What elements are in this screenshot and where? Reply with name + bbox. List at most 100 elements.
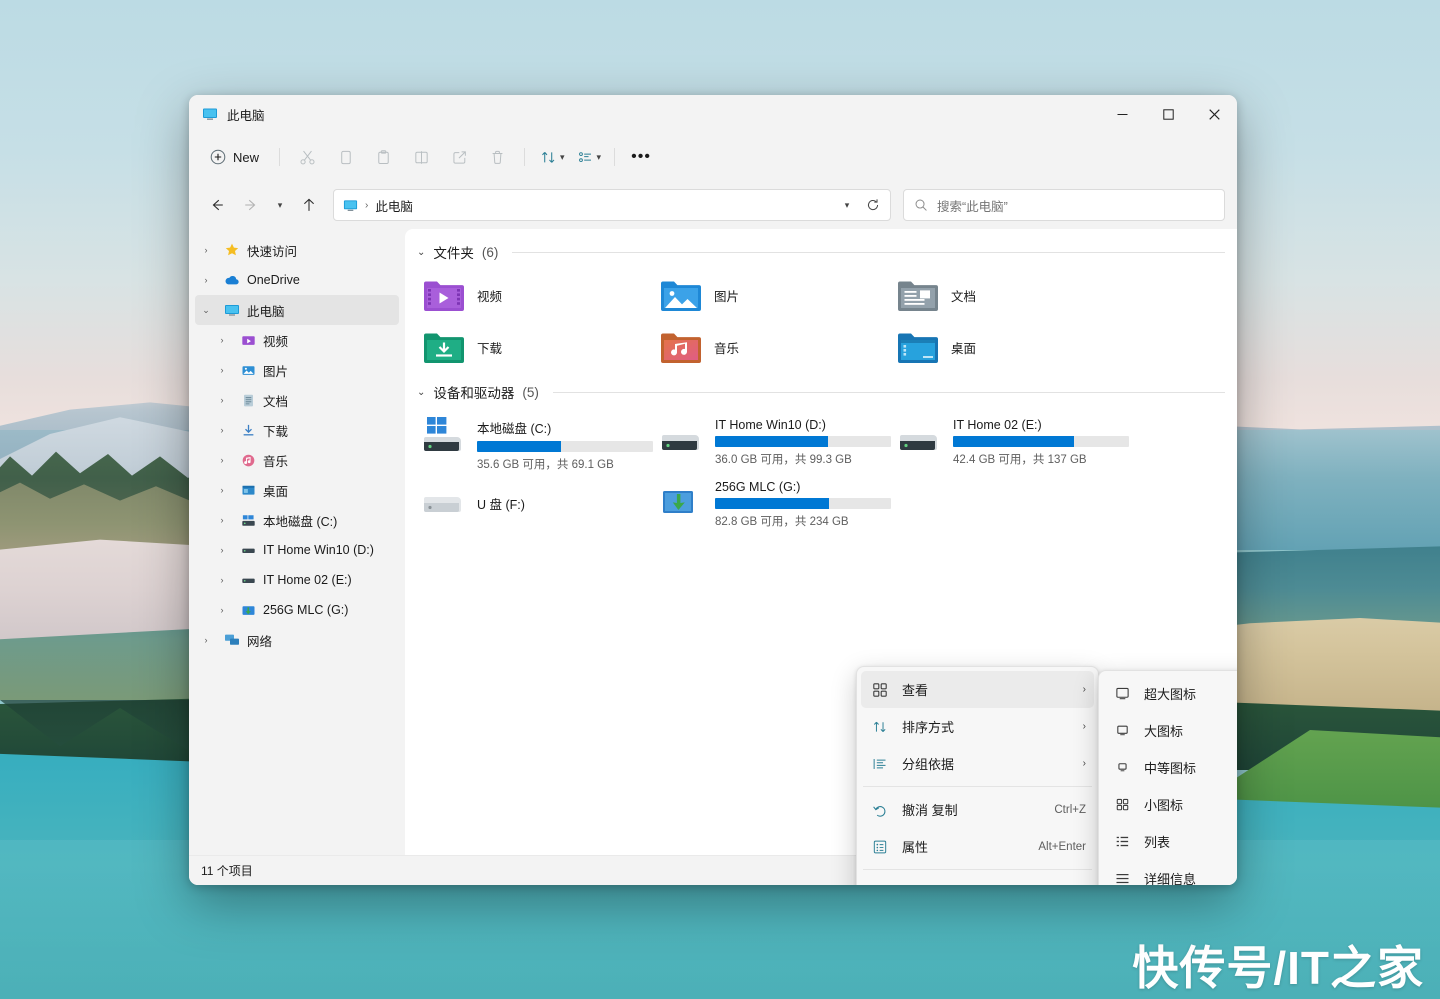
chevron-right-icon[interactable]: › <box>211 335 233 345</box>
sidebar-item-drive-d[interactable]: › IT Home Win10 (D:) <box>195 535 399 565</box>
maximize-button[interactable] <box>1145 95 1191 133</box>
chevron-right-icon[interactable]: › <box>195 635 217 645</box>
refresh-button[interactable] <box>860 192 886 218</box>
chevron-right-icon[interactable]: › <box>195 275 217 285</box>
sidebar-item-downloads[interactable]: › 下载 <box>195 415 399 445</box>
share-button[interactable] <box>441 141 477 173</box>
drive-item-d[interactable]: IT Home Win10 (D:) 36.0 GB 可用，共 99.3 GB <box>655 409 893 471</box>
folder-item-music[interactable]: 音乐 <box>654 321 891 373</box>
new-button[interactable]: New <box>201 141 270 173</box>
sidebar-item-quick-access[interactable]: › 快速访问 <box>195 235 399 265</box>
folder-item-desktop[interactable]: 桌面 <box>891 321 1128 373</box>
breadcrumb[interactable]: › 此电脑 <box>343 196 413 215</box>
drive-item-e[interactable]: IT Home 02 (E:) 42.4 GB 可用，共 137 GB <box>893 409 1131 471</box>
chevron-right-icon[interactable]: › <box>211 575 233 585</box>
context-menu-item-show-more-options[interactable]: Show more options Shift+F10 <box>861 874 1094 885</box>
folder-item-videos[interactable]: 视频 <box>417 269 654 321</box>
sidebar-item-drive-e[interactable]: › IT Home 02 (E:) <box>195 565 399 595</box>
view-menu-item-label: 中等图标 <box>1144 758 1196 777</box>
breadcrumb-separator: › <box>365 200 368 211</box>
context-menu[interactable]: 查看 › 排序方式 › 分组依据 › <box>856 666 1099 885</box>
sidebar-item-network[interactable]: › 网络 <box>195 625 399 655</box>
sidebar-item-label: 本地磁盘 (C:) <box>263 511 337 530</box>
chevron-right-icon[interactable]: › <box>211 425 233 435</box>
folder-item-documents[interactable]: 文档 <box>891 269 1128 321</box>
minimize-button[interactable] <box>1099 95 1145 133</box>
delete-button[interactable] <box>479 141 515 173</box>
chevron-down-icon[interactable]: ⌄ <box>417 387 425 398</box>
chevron-right-icon[interactable]: › <box>195 245 217 255</box>
back-button[interactable] <box>201 189 233 221</box>
chevron-down-icon[interactable]: ⌄ <box>195 305 217 316</box>
context-menu-item-label: 分组依据 <box>902 754 954 773</box>
title-bar: 此电脑 <box>189 95 1237 133</box>
chevron-right-icon[interactable]: › <box>211 365 233 375</box>
close-button[interactable] <box>1191 95 1237 133</box>
drive-icon <box>423 477 467 517</box>
removable-drive-icon <box>661 477 705 517</box>
see-more-button[interactable]: ••• <box>624 141 658 173</box>
drives-group-header[interactable]: ⌄ 设备和驱动器 (5) <box>417 379 1225 405</box>
drive-item-f[interactable]: U 盘 (F:) <box>417 471 655 533</box>
context-menu-item-sort-by[interactable]: 排序方式 › <box>861 708 1094 745</box>
context-menu-item-view[interactable]: 查看 › <box>861 671 1094 708</box>
paste-button[interactable] <box>365 141 401 173</box>
chevron-right-icon[interactable]: › <box>211 515 233 525</box>
chevron-right-icon[interactable]: › <box>211 455 233 465</box>
context-menu-item-properties[interactable]: 属性 Alt+Enter <box>861 828 1094 865</box>
windows-drive-icon <box>423 415 467 455</box>
sidebar-item-music[interactable]: › 音乐 <box>195 445 399 475</box>
context-menu-item-label: 排序方式 <box>902 717 954 736</box>
view-menu-item-small-icons[interactable]: 小图标 Ctrl+Shift+4 <box>1103 786 1237 823</box>
copy-button[interactable] <box>327 141 363 173</box>
view-menu-item-details[interactable]: 详细信息 Ctrl+Shift+6 <box>1103 860 1237 885</box>
forward-button[interactable] <box>235 189 267 221</box>
chevron-right-icon[interactable]: › <box>211 605 233 615</box>
breadcrumb-item-this-pc[interactable]: 此电脑 <box>375 196 413 215</box>
context-menu-item-group-by[interactable]: 分组依据 › <box>861 745 1094 782</box>
drive-item-g[interactable]: 256G MLC (G:) 82.8 GB 可用，共 234 GB <box>655 471 893 533</box>
folders-group-header[interactable]: ⌄ 文件夹 (6) <box>417 239 1225 265</box>
details-view-icon <box>1113 871 1131 885</box>
context-menu-divider-2 <box>863 869 1092 870</box>
sidebar-item-pictures[interactable]: › 图片 <box>195 355 399 385</box>
up-button[interactable] <box>293 189 325 221</box>
new-button-label: New <box>233 150 259 165</box>
sidebar-item-label: 网络 <box>247 631 272 650</box>
view-menu-item-medium-icons[interactable]: 中等图标 Ctrl+Shift+3 <box>1103 749 1237 786</box>
view-menu-item-shortcut: Ctrl+Shift+1 <box>1224 688 1237 700</box>
address-dropdown-button[interactable]: ▾ <box>834 192 860 218</box>
folder-item-downloads[interactable]: 下载 <box>417 321 654 373</box>
view-submenu[interactable]: 超大图标 Ctrl+Shift+1 大图标 Ctrl+Shift+2 中等图标 … <box>1098 670 1237 885</box>
drive-item-c[interactable]: 本地磁盘 (C:) 35.6 GB 可用，共 69.1 GB <box>417 409 655 471</box>
command-bar: New <box>189 133 1237 181</box>
sidebar-item-local-disk-c[interactable]: › 本地磁盘 (C:) <box>195 505 399 535</box>
sidebar-item-documents[interactable]: › 文档 <box>195 385 399 415</box>
sidebar-item-desktop[interactable]: › 桌面 <box>195 475 399 505</box>
sidebar-item-drive-g[interactable]: › 256G MLC (G:) <box>195 595 399 625</box>
view-button[interactable]: ▾ <box>571 141 606 173</box>
view-menu-item-list[interactable]: 列表 Ctrl+Shift+5 <box>1103 823 1237 860</box>
chevron-right-icon[interactable]: › <box>211 395 233 405</box>
chevron-right-icon[interactable]: › <box>211 545 233 555</box>
sidebar-item-this-pc[interactable]: ⌄ 此电脑 <box>195 295 399 325</box>
address-bar[interactable]: › 此电脑 ▾ <box>333 189 891 221</box>
sidebar-item-videos[interactable]: › 视频 <box>195 325 399 355</box>
search-box[interactable]: 搜索“此电脑” <box>903 189 1225 221</box>
chevron-right-icon[interactable]: › <box>211 485 233 495</box>
folder-item-pictures[interactable]: 图片 <box>654 269 891 321</box>
view-menu-item-shortcut: Ctrl+Shift+5 <box>1224 836 1237 848</box>
recent-locations-button[interactable]: ▾ <box>269 189 291 221</box>
chevron-down-icon[interactable]: ⌄ <box>417 247 425 258</box>
sort-button[interactable]: ▾ <box>534 141 569 173</box>
chevron-down-icon: ▾ <box>597 153 602 162</box>
view-menu-item-extra-large-icons[interactable]: 超大图标 Ctrl+Shift+1 <box>1103 675 1237 712</box>
cut-button[interactable] <box>289 141 325 173</box>
view-menu-item-large-icons[interactable]: 大图标 Ctrl+Shift+2 <box>1103 712 1237 749</box>
sidebar-item-onedrive[interactable]: › OneDrive <box>195 265 399 295</box>
folder-downloads-icon <box>423 329 465 365</box>
drive-name: IT Home 02 (E:) <box>953 418 1125 432</box>
context-menu-item-undo-copy[interactable]: 撤消 复制 Ctrl+Z <box>861 791 1094 828</box>
search-input[interactable]: 搜索“此电脑” <box>937 196 1008 215</box>
rename-button[interactable] <box>403 141 439 173</box>
